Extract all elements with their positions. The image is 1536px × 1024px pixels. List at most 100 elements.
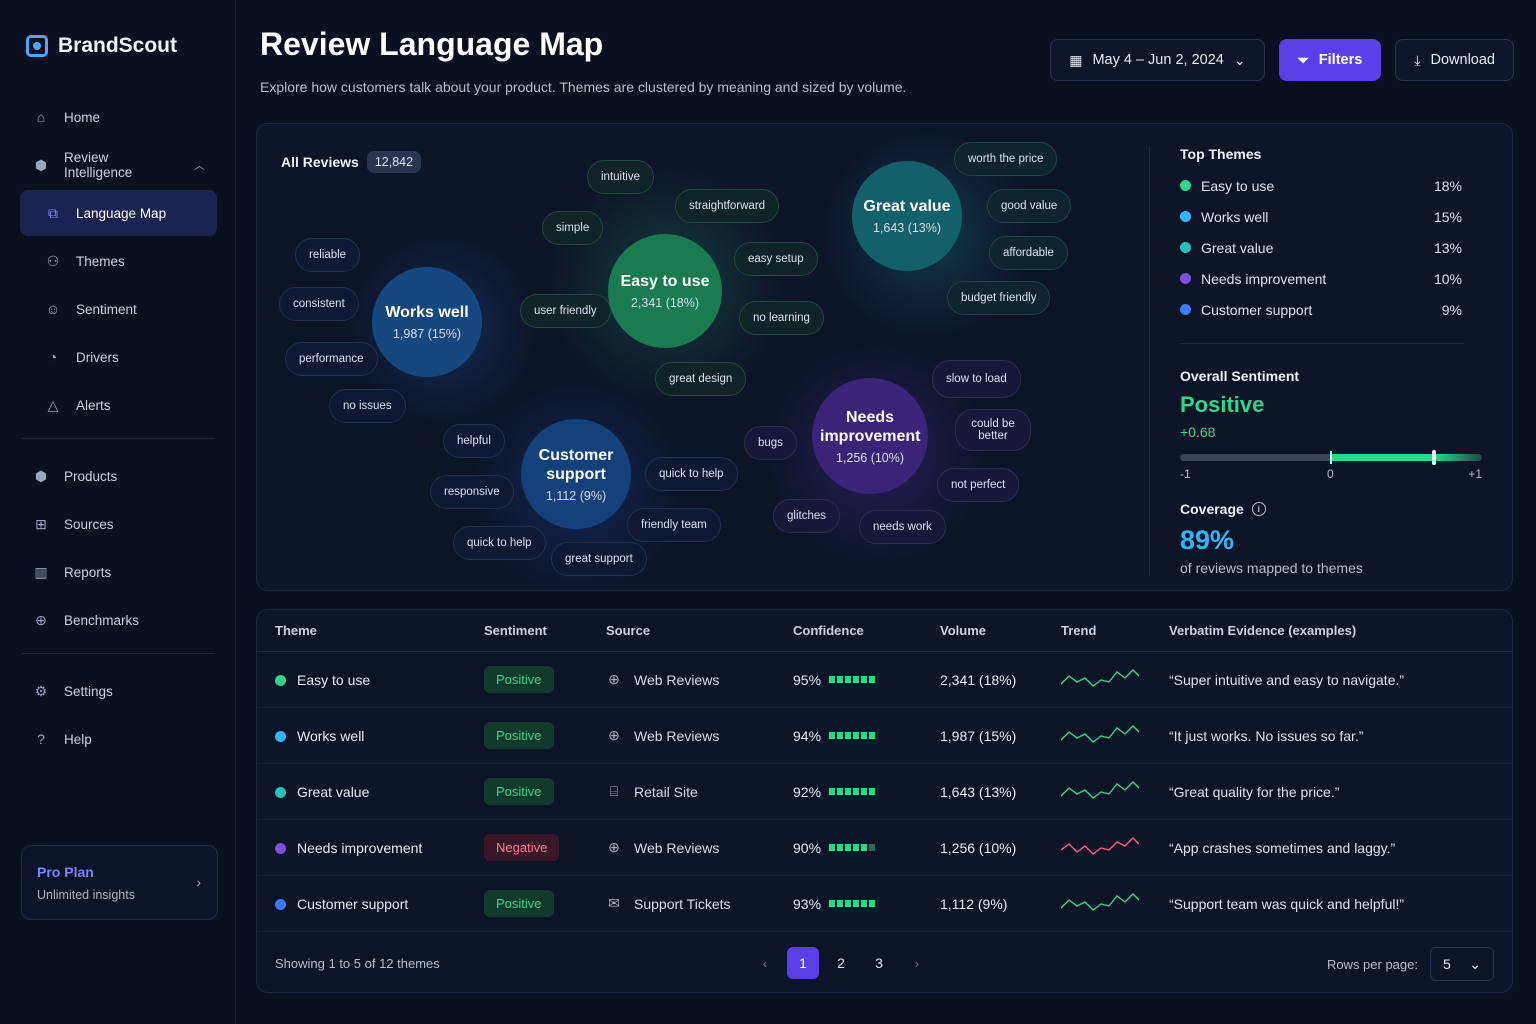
scale-max: +1: [1468, 467, 1482, 481]
globe-icon: ⊕: [608, 671, 620, 687]
page-1-button[interactable]: 1: [787, 947, 819, 979]
col-header-volume[interactable]: Volume: [940, 623, 1061, 638]
sidebar-item-reports[interactable]: ▥ Reports: [20, 549, 217, 595]
col-header-source[interactable]: Source: [606, 623, 793, 638]
sidebar-item-drivers[interactable]: ◔ Drivers: [20, 334, 217, 380]
chip-slow-to-load[interactable]: slow to load: [932, 360, 1021, 398]
chip-intuitive[interactable]: intuitive: [587, 160, 654, 194]
sidebar-item-home[interactable]: ⌂ Home: [20, 94, 217, 140]
page-2-button[interactable]: 2: [825, 947, 857, 979]
rows-per-page-select[interactable]: 5 ⌄: [1430, 947, 1494, 981]
download-icon: ⤓: [1414, 51, 1421, 68]
sentiment-cell: Negative: [484, 834, 606, 861]
page-3-button[interactable]: 3: [863, 947, 895, 979]
chip-no-learning[interactable]: no learning: [739, 301, 824, 335]
confidence-segment: [829, 732, 836, 739]
chip-helpful[interactable]: helpful: [443, 424, 505, 458]
chip-easy-setup[interactable]: easy setup: [734, 242, 818, 276]
chip-simple[interactable]: simple: [542, 211, 604, 245]
chip-budget-friendly[interactable]: budget friendly: [947, 281, 1051, 315]
top-theme-row[interactable]: Works well 15%: [1180, 201, 1494, 232]
table-row[interactable]: Needs improvement Negative ⊕ Web Reviews 90%…: [257, 820, 1512, 876]
cluster-customer-support[interactable]: Customer support 1,112 (9%): [521, 419, 631, 529]
top-theme-row[interactable]: Customer support 9%: [1180, 294, 1494, 325]
cluster-easy-to-use[interactable]: Easy to use 2,341 (18%): [608, 234, 722, 348]
chip-no-issues[interactable]: no issues: [329, 389, 406, 423]
cluster-works-well[interactable]: Works well 1,987 (15%): [372, 267, 482, 377]
confidence-segment: [853, 732, 860, 739]
chip-performance[interactable]: performance: [285, 342, 378, 376]
table-row[interactable]: Customer support Positive ✉ Support Tickets…: [257, 876, 1512, 932]
next-page-button[interactable]: ›: [901, 947, 933, 979]
chip-consistent[interactable]: consistent: [279, 287, 359, 321]
top-theme-row[interactable]: Easy to use 18%: [1180, 170, 1494, 201]
confidence-segment: [837, 676, 844, 683]
cluster-needs-improvement[interactable]: Needs improvement 1,256 (10%): [812, 378, 928, 494]
chip-not-perfect[interactable]: not perfect: [937, 468, 1020, 502]
sidebar-item-products[interactable]: ⬢ Products: [20, 453, 217, 499]
chip-good-value[interactable]: good value: [987, 189, 1072, 223]
drivers-icon: ◔: [48, 349, 58, 365]
sidebar-item-themes[interactable]: ⚇ Themes: [20, 238, 217, 284]
info-icon[interactable]: i: [1251, 502, 1266, 516]
volume-cell: 1,987 (15%): [940, 727, 1017, 744]
filter-icon: ⏷: [1297, 51, 1309, 68]
theme-color-dot: [1180, 304, 1191, 315]
chip-worth-the-price[interactable]: worth the price: [954, 142, 1058, 176]
download-button[interactable]: ⤓ Download: [1395, 39, 1514, 81]
sidebar-item-settings[interactable]: ⚙ Settings: [20, 668, 217, 714]
chip-quick-to-help[interactable]: quick to help: [453, 526, 546, 560]
chip-great-support[interactable]: great support: [551, 542, 647, 576]
coverage-title: Coverage i: [1180, 501, 1494, 517]
chip-responsive[interactable]: responsive: [430, 475, 514, 509]
chip-friendly-team[interactable]: friendly team: [627, 508, 721, 542]
confidence-segment: [837, 732, 844, 739]
insights-sidebar: Top Themes Easy to use 18% Works well 15% Gr…: [1149, 146, 1494, 576]
sidebar-item-sources[interactable]: ⊞ Sources: [20, 501, 217, 547]
top-theme-row[interactable]: Great value 13%: [1180, 232, 1494, 263]
sidebar-item-sentiment[interactable]: ☺ Sentiment: [20, 286, 217, 332]
col-header-sentiment[interactable]: Sentiment: [484, 623, 606, 638]
chip-straightforward[interactable]: straightforward: [675, 189, 780, 223]
filters-button[interactable]: ⏷ Filters: [1278, 39, 1382, 81]
reports-icon: ▥: [34, 563, 48, 580]
chip-glitches[interactable]: glitches: [773, 499, 840, 533]
chip-reliable[interactable]: reliable: [295, 238, 361, 272]
chip-bugs[interactable]: bugs: [744, 426, 797, 460]
sidebar-item-language-map[interactable]: ⧉ Language Map: [20, 190, 217, 236]
sidebar-item-benchmarks[interactable]: ⊕ Benchmarks: [20, 597, 217, 643]
chip-needs-work[interactable]: needs work: [859, 510, 946, 544]
pagination: ‹ 1 2 3 ›: [749, 947, 933, 979]
pro-plan-card[interactable]: Pro Plan Unlimited insights ›: [21, 845, 218, 920]
chip-affordable[interactable]: affordable: [989, 236, 1068, 270]
brand[interactable]: BrandScout: [26, 34, 217, 58]
chip-user-friendly[interactable]: user friendly: [520, 294, 611, 328]
col-header-trend[interactable]: Trend: [1061, 623, 1169, 638]
col-header-confidence[interactable]: Confidence: [793, 623, 940, 638]
table-row[interactable]: Great value Positive ⌸ Retail Site 92% 1,643 …: [257, 764, 1512, 820]
cluster-great-value[interactable]: Great value 1,643 (13%): [852, 161, 962, 271]
date-range-picker[interactable]: ▦ May 4 – Jun 2, 2024 ⌄: [1050, 39, 1265, 81]
evidence-cell: “Super intuitive and easy to navigate.”: [1169, 671, 1405, 688]
confidence-meter: [829, 900, 876, 907]
sentiment-badge: Positive: [484, 722, 554, 749]
confidence-segment: [845, 844, 852, 851]
top-theme-row[interactable]: Needs improvement 10%: [1180, 263, 1494, 294]
chip-could-be-better[interactable]: could be better: [955, 409, 1031, 451]
table-row[interactable]: Works well Positive ⊕ Web Reviews 94% 1,987 (…: [257, 708, 1512, 764]
sidebar-item-alerts[interactable]: △ Alerts: [20, 382, 217, 428]
confidence-segment: [829, 788, 836, 795]
sidebar-item-help[interactable]: ? Help: [20, 716, 217, 762]
sentiment-badge: Positive: [484, 666, 554, 693]
top-theme-name: Needs improvement: [1201, 270, 1327, 287]
prev-page-button[interactable]: ‹: [749, 947, 781, 979]
chip-great-design[interactable]: great design: [655, 362, 747, 396]
table-row[interactable]: Easy to use Positive ⊕ Web Reviews 95% 2,341 …: [257, 652, 1512, 708]
sidebar-item-review-intelligence[interactable]: ⬢ Review Intelligence ︿: [20, 142, 217, 188]
chip-quick-help[interactable]: quick to help: [645, 457, 738, 491]
col-header-evidence[interactable]: Verbatim Evidence (examples): [1169, 623, 1512, 638]
volume-cell: 1,643 (13%): [940, 783, 1017, 800]
confidence-segment: [861, 676, 868, 683]
col-header-theme[interactable]: Theme: [275, 623, 484, 638]
theme-cell: Easy to use: [275, 672, 484, 688]
